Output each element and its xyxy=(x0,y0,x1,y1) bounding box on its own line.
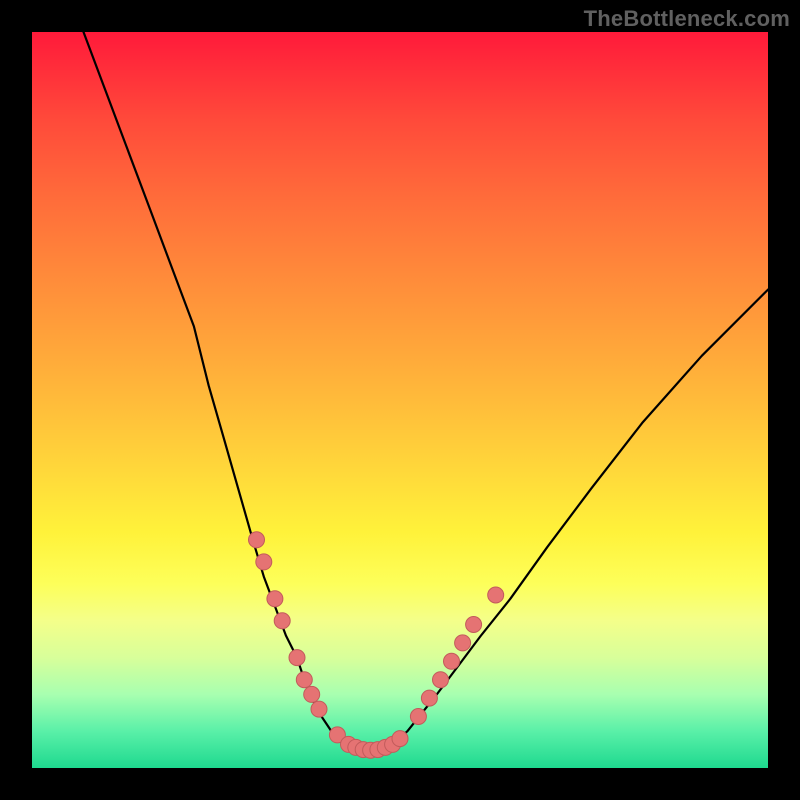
marker-group xyxy=(249,532,504,759)
data-marker xyxy=(421,690,437,706)
data-marker xyxy=(311,701,327,717)
data-marker xyxy=(392,731,408,747)
data-marker xyxy=(304,686,320,702)
watermark-text: TheBottleneck.com xyxy=(584,6,790,32)
series-right-curve xyxy=(393,290,768,745)
data-marker xyxy=(410,709,426,725)
curve-group xyxy=(84,32,769,751)
data-marker xyxy=(433,672,449,688)
data-marker xyxy=(296,672,312,688)
data-marker xyxy=(488,587,504,603)
plot-area xyxy=(32,32,768,768)
data-marker xyxy=(455,635,471,651)
data-marker xyxy=(274,613,290,629)
data-marker xyxy=(289,650,305,666)
data-marker xyxy=(444,653,460,669)
data-marker xyxy=(256,554,272,570)
chart-svg xyxy=(32,32,768,768)
series-left-curve xyxy=(84,32,349,746)
data-marker xyxy=(267,591,283,607)
data-marker xyxy=(249,532,265,548)
chart-frame: TheBottleneck.com xyxy=(0,0,800,800)
data-marker xyxy=(466,617,482,633)
